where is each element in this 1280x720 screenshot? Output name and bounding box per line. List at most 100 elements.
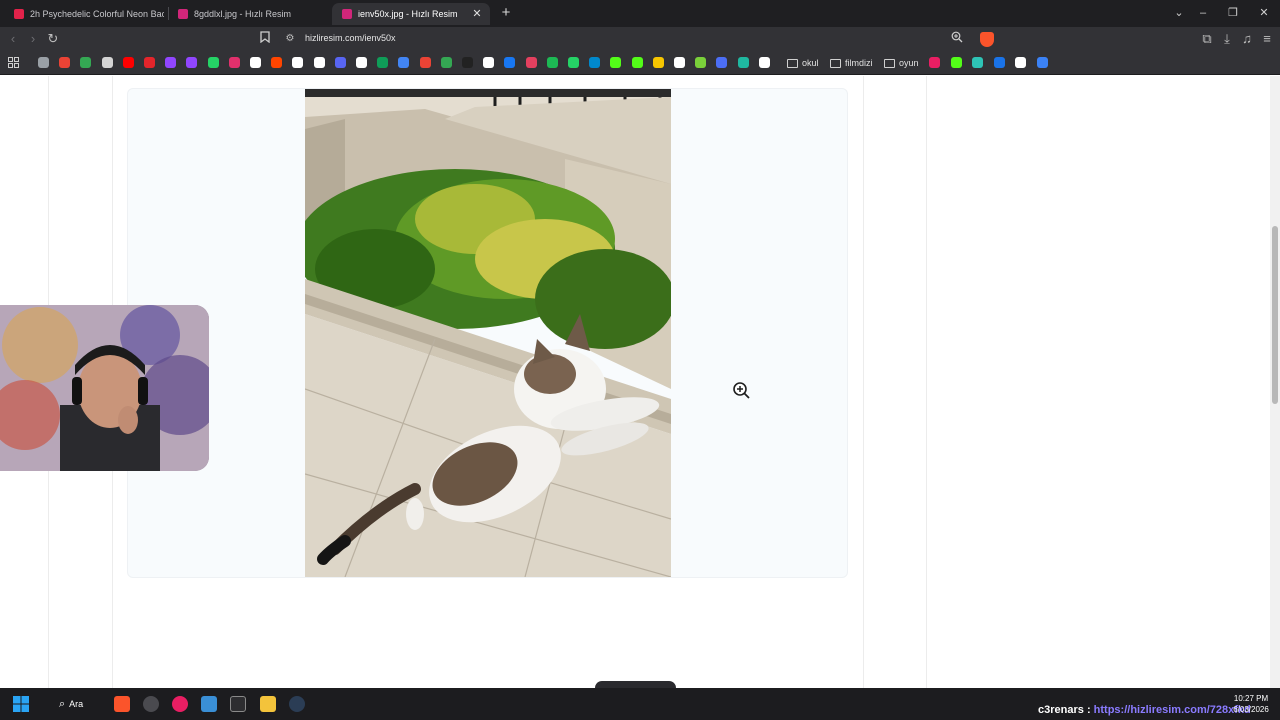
bookmark-favicon-icon[interactable] (546, 57, 558, 68)
tab-youtube[interactable]: 2h Psychedelic Colorful Neon Backgr (4, 3, 164, 25)
bookmark-favicon-icon[interactable] (228, 57, 240, 68)
windows-start-icon[interactable] (13, 696, 29, 712)
bookmark-favicon-icon[interactable] (695, 57, 707, 68)
clock-date: 6/03/2026 (1233, 705, 1269, 714)
scrollbar-thumb[interactable] (1272, 226, 1278, 404)
bookmark-favicon-icon[interactable] (716, 57, 728, 68)
bookmark-favicon-icon[interactable] (80, 57, 92, 68)
bookmark-favicon-icon[interactable] (144, 57, 155, 68)
bookmark-favicon-icon[interactable] (419, 57, 431, 68)
maximize-icon[interactable]: ❐ (1222, 4, 1244, 22)
bookmark-favicon-icon[interactable] (525, 57, 537, 68)
media-icon[interactable]: ♫ (1238, 30, 1256, 48)
tab-image-8gddlxl[interactable]: 8gddlxl.jpg - Hızlı Resim (168, 3, 328, 25)
steam-icon[interactable] (289, 696, 305, 712)
minimize-icon[interactable]: – (1192, 4, 1214, 22)
brave-shield-icon[interactable] (980, 32, 994, 47)
bookmark-favicon-icon[interactable] (631, 57, 643, 68)
bookmark-favicon-icon[interactable] (610, 57, 622, 68)
site-settings-icon[interactable]: ⚙ (281, 30, 299, 48)
youtube-icon (14, 9, 24, 19)
tab-image-ienv50x[interactable]: ienv50x.jpg - Hızlı Resim ✕ (332, 3, 490, 25)
hizliresim-icon (342, 9, 352, 19)
bookmark-favicon-icon[interactable] (504, 57, 516, 68)
hizliresim-icon (178, 9, 188, 19)
taskbar-search[interactable]: ⌕ Ara (52, 694, 98, 714)
bookmark-favicon-icon[interactable] (950, 57, 962, 68)
bookmark-favicon-icon[interactable] (993, 57, 1005, 68)
bookmark-folder-oyun[interactable]: oyun (884, 56, 919, 70)
zoom-in-icon[interactable] (731, 380, 751, 400)
bookmark-favicon-icon[interactable] (334, 57, 346, 68)
downloads-icon[interactable]: ⤓ (1218, 30, 1236, 48)
new-tab-button[interactable]: + (498, 5, 514, 21)
bookmark-favicon-icon[interactable] (207, 57, 219, 68)
bookmark-favicon-icon[interactable] (674, 57, 685, 68)
bookmark-favicon-icon[interactable] (483, 57, 495, 68)
bookmark-favicon-icon[interactable] (972, 57, 983, 68)
apps-grid-icon[interactable] (4, 55, 22, 73)
right-margin-column (863, 76, 927, 688)
folder-icon (884, 58, 895, 68)
menu-icon[interactable]: ≡ (1258, 30, 1276, 48)
bookmark-folder-okul[interactable]: okul (787, 56, 819, 70)
reload-icon[interactable]: ↻ (44, 30, 62, 48)
bookmark-favicon-icon[interactable] (568, 57, 579, 68)
bookmark-favicon-icon[interactable] (377, 57, 389, 68)
stream-user: c3renars (1038, 704, 1084, 716)
tab-list-chevron-icon[interactable]: ⌄ (1168, 4, 1190, 22)
folder-label: oyun (899, 58, 919, 68)
photos-icon[interactable] (201, 696, 217, 712)
folder-label: filmdizi (845, 58, 873, 68)
forward-icon[interactable]: › (24, 30, 42, 48)
bookmark-favicon-icon[interactable] (652, 57, 664, 68)
bookmark-favicon-icon[interactable] (186, 57, 198, 68)
tab-title: 2h Psychedelic Colorful Neon Backgr (30, 9, 164, 19)
bookmark-folder-filmdizi[interactable]: filmdizi (830, 56, 873, 70)
zoom-page-icon[interactable] (948, 30, 966, 48)
bookmark-favicon-icon[interactable] (101, 57, 113, 68)
file-explorer-icon[interactable] (260, 696, 276, 712)
webcam-overlay (0, 305, 209, 471)
bookmark-favicon-icon[interactable] (313, 57, 325, 68)
bookmark-favicon-icon[interactable] (122, 57, 134, 68)
bookmark-favicon-icon[interactable] (59, 57, 71, 68)
extensions-icon[interactable]: ⧉ (1198, 30, 1216, 48)
search-label: Ara (69, 699, 84, 709)
bookmark-favicon-icon[interactable] (440, 57, 452, 68)
bookmark-favicon-icon[interactable] (398, 57, 410, 68)
bookmark-favicon-icon[interactable] (356, 57, 367, 68)
search-icon: ⌕ (59, 697, 66, 710)
stream-separator: : (1086, 704, 1091, 716)
uploaded-image[interactable] (305, 89, 671, 577)
bookmark-favicon-icon[interactable] (929, 57, 940, 68)
folder-icon (830, 58, 841, 68)
bookmark-favicon-icon[interactable] (758, 57, 770, 68)
bookmark-favicon-icon[interactable] (737, 57, 749, 68)
bookmark-favicon-icon[interactable] (292, 57, 304, 68)
bookmark-favicon-icon[interactable] (271, 57, 283, 68)
app-icon[interactable] (230, 696, 246, 712)
close-tab-icon[interactable]: ✕ (470, 7, 484, 21)
bookmark-favicon-icon[interactable] (462, 57, 473, 68)
system-clock[interactable]: 10:27 PM 6/03/2026 (1226, 693, 1276, 715)
bookmark-favicon-icon[interactable] (1036, 57, 1048, 68)
bookmark-favicon-icon[interactable] (165, 57, 177, 68)
close-window-icon[interactable]: ✕ (1253, 4, 1275, 22)
webcam-app-icon[interactable] (143, 696, 159, 712)
folder-icon (787, 58, 798, 68)
media-player-icon[interactable] (172, 696, 188, 712)
clock-time: 10:27 PM (1233, 694, 1269, 703)
back-icon[interactable]: ‹ (4, 30, 22, 48)
bookmark-page-icon[interactable] (256, 30, 274, 48)
stream-chat-overlay: c3renars : https://hizliresim.com/728xfk… (1038, 704, 1251, 716)
bookmark-favicon-icon[interactable] (250, 57, 261, 68)
bookmark-favicon-icon[interactable] (38, 57, 49, 68)
bookmark-favicon-icon[interactable] (589, 57, 601, 68)
url-text[interactable]: hizliresim.com/ienv50x (305, 33, 396, 43)
brave-browser-icon[interactable] (114, 696, 130, 712)
tab-title: 8gddlxl.jpg - Hızlı Resim (194, 9, 292, 19)
tab-title: ienv50x.jpg - Hızlı Resim (358, 9, 458, 19)
folder-label: okul (802, 58, 819, 68)
bookmark-favicon-icon[interactable] (1015, 57, 1026, 68)
